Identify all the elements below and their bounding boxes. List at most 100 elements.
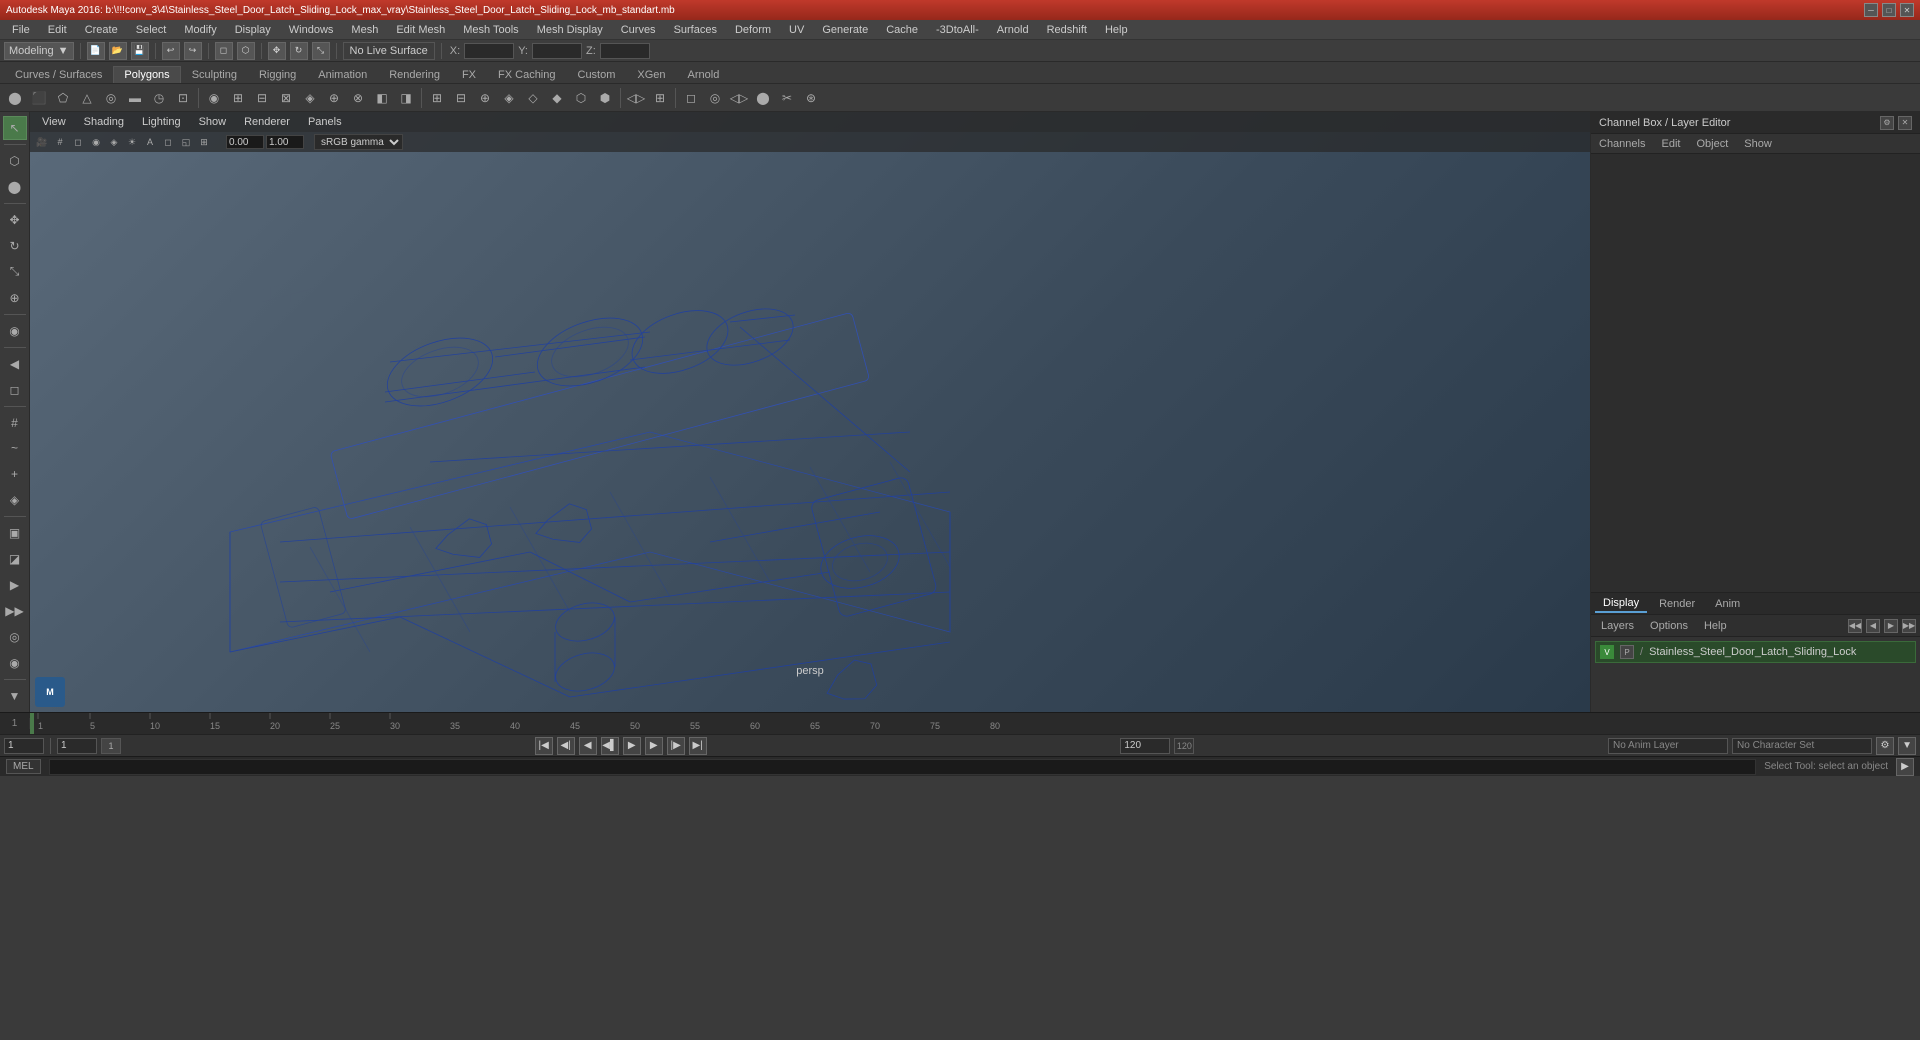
menu-edit-mesh[interactable]: Edit Mesh [388,22,453,38]
pipe-icon-btn[interactable]: ⊡ [172,87,194,109]
bottom-btn[interactable]: ▼ [3,684,27,708]
add-div-btn[interactable]: ⊕ [474,87,496,109]
ch-tab-object[interactable]: Object [1692,136,1732,152]
open-btn[interactable]: 📂 [109,42,127,60]
play-back-btn[interactable]: ◀▌ [601,737,619,755]
viewport[interactable]: View Shading Lighting Show Renderer Pane… [30,112,1590,712]
le-next-frame-btn[interactable]: ▶ [1884,619,1898,633]
script-input[interactable] [49,759,1757,775]
tab-fx-caching[interactable]: FX Caching [487,66,566,83]
vp-show[interactable]: Show [191,114,235,130]
vp-aa-btn[interactable]: A [142,134,158,150]
plane-icon-btn[interactable]: ▬ [124,87,146,109]
vp-renderer[interactable]: Renderer [236,114,298,130]
menu-uv[interactable]: UV [781,22,812,38]
lasso-tool-btn[interactable]: ⬡ [3,149,27,173]
le-tab-anim[interactable]: Anim [1707,596,1748,612]
vp-iso-btn[interactable]: ◱ [178,134,194,150]
tab-rigging[interactable]: Rigging [248,66,307,83]
separate-btn[interactable]: ◧ [371,87,393,109]
minimize-button[interactable]: ─ [1864,3,1878,17]
tab-custom[interactable]: Custom [567,66,627,83]
le-layers-btn[interactable]: Layers [1595,618,1640,634]
render-seq-btn[interactable]: ▶▶ [3,599,27,623]
select-tool-btn[interactable]: ↖ [3,116,27,140]
vp-cam-btn[interactable]: 🎥 [34,134,50,150]
vp-light-btn[interactable]: ☀ [124,134,140,150]
univ-manip-btn[interactable]: ⊕ [3,286,27,310]
prev-frame-btn[interactable]: ◀ [579,737,597,755]
snap-point-btn[interactable]: + [3,462,27,486]
xray-joints-btn[interactable]: ◉ [3,651,27,675]
current-frame2-input[interactable] [57,738,97,754]
next-key-btn[interactable]: |▶ [667,737,685,755]
ch-tab-edit[interactable]: Edit [1657,136,1684,152]
menu-file[interactable]: File [4,22,38,38]
end-frame-input[interactable] [1120,738,1170,754]
cb-close-btn[interactable]: ✕ [1898,116,1912,130]
offset-loop-btn[interactable]: ⊟ [450,87,472,109]
vp-panels[interactable]: Panels [300,114,350,130]
combine-btn[interactable]: ◨ [395,87,417,109]
target-weld-btn[interactable]: ⊛ [800,87,822,109]
le-tab-display[interactable]: Display [1595,595,1647,613]
menu-mesh-display[interactable]: Mesh Display [529,22,611,38]
menu-windows[interactable]: Windows [281,22,342,38]
tab-fx[interactable]: FX [451,66,487,83]
menu-mesh-tools[interactable]: Mesh Tools [455,22,526,38]
menu-generate[interactable]: Generate [814,22,876,38]
layer-row[interactable]: V P / Stainless_Steel_Door_Latch_Sliding… [1595,641,1916,663]
menu-redshift[interactable]: Redshift [1039,22,1095,38]
cone-icon-btn[interactable]: △ [76,87,98,109]
new-scene-btn[interactable]: 📄 [87,42,105,60]
lattice-btn[interactable]: ⊞ [649,87,671,109]
vp-view[interactable]: View [34,114,74,130]
vp-field2[interactable] [266,135,304,149]
menu-select[interactable]: Select [128,22,175,38]
menu-3dtoall[interactable]: -3DtoAll- [928,22,987,38]
vp-grid-btn[interactable]: # [52,134,68,150]
mirror-btn[interactable]: ◁▷ [625,87,647,109]
tab-arnold[interactable]: Arnold [677,66,731,83]
snap-view-btn[interactable]: ◈ [3,488,27,512]
vp-shaded-btn[interactable]: ◉ [88,134,104,150]
timeline-track[interactable]: 1 5 10 15 20 25 30 35 40 45 50 55 60 [30,713,1920,734]
redo-btn[interactable]: ↪ [184,42,202,60]
torus-icon-btn[interactable]: ◎ [100,87,122,109]
smooth-icon-btn[interactable]: ◉ [203,87,225,109]
scale-btn[interactable]: ⤡ [312,42,330,60]
y-input[interactable] [532,43,582,59]
le-next-btn[interactable]: ▶▶ [1902,619,1916,633]
le-prev-btn[interactable]: ◀◀ [1848,619,1862,633]
snap-grid-btn[interactable]: # [3,411,27,435]
fill-hole-btn[interactable]: ◈ [299,87,321,109]
soft-mod-btn[interactable]: ◉ [3,319,27,343]
select-btn[interactable]: ◻ [215,42,233,60]
paint-sel-btn[interactable]: ⬤ [3,175,27,199]
scale-tool-btn[interactable]: ⤡ [3,260,27,284]
multi-cut-btn[interactable]: ✂ [776,87,798,109]
move-tool-btn[interactable]: ✥ [3,208,27,232]
rotate-btn[interactable]: ↻ [290,42,308,60]
le-tab-render[interactable]: Render [1651,596,1703,612]
vp-sel-btn[interactable]: ◻ [160,134,176,150]
char-set-selector[interactable]: No Character Set [1732,738,1872,754]
tab-animation[interactable]: Animation [307,66,378,83]
menu-help[interactable]: Help [1097,22,1136,38]
maximize-button[interactable]: □ [1882,3,1896,17]
anim-layer-selector[interactable]: No Anim Layer [1608,738,1728,754]
undo-btn[interactable]: ↩ [162,42,180,60]
menu-display[interactable]: Display [227,22,279,38]
extrude-icon-btn[interactable]: ⊞ [227,87,249,109]
z-input[interactable] [600,43,650,59]
bevel-btn[interactable]: ⬡ [570,87,592,109]
close-button[interactable]: ✕ [1900,3,1914,17]
ch-tab-show[interactable]: Show [1740,136,1776,152]
tab-rendering[interactable]: Rendering [378,66,451,83]
mode-dropdown[interactable]: Modeling ▼ [4,42,74,60]
soft-sel-btn[interactable]: ◎ [704,87,726,109]
le-help-btn[interactable]: Help [1698,618,1733,634]
tab-xgen[interactable]: XGen [626,66,676,83]
sphere-icon-btn[interactable]: ⬤ [4,87,26,109]
layer-visibility-btn[interactable]: V [1600,645,1614,659]
